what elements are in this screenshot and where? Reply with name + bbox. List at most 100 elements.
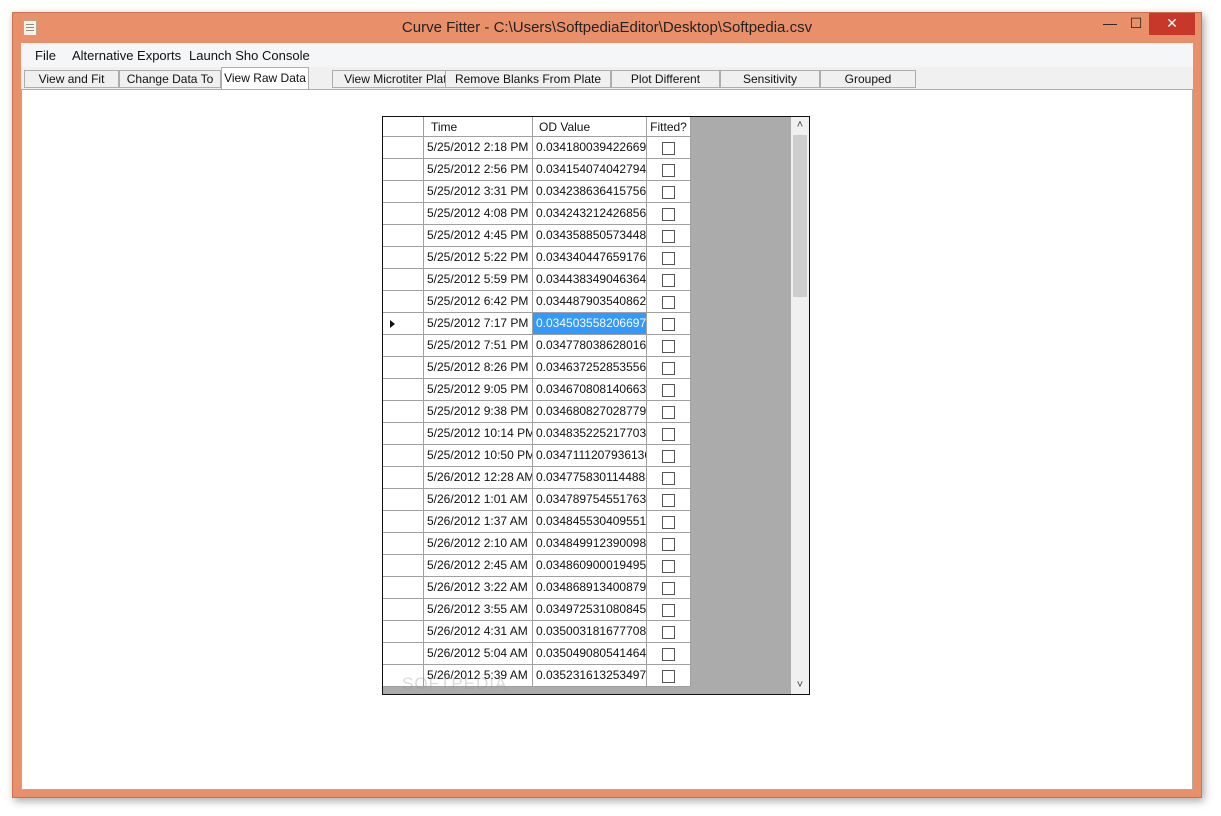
cell-od-value[interactable]: 0.0345035582066975: [533, 313, 647, 335]
cell-time[interactable]: 5/25/2012 9:05 PM: [424, 379, 533, 401]
cell-od-value[interactable]: 0.0348689134008794: [533, 577, 647, 599]
minimize-button[interactable]: —: [1097, 13, 1123, 35]
scroll-down-button[interactable]: ˅: [791, 677, 809, 694]
cell-od-value[interactable]: 0.0346808270287799: [533, 401, 647, 423]
fitted-checkbox[interactable]: [662, 230, 675, 243]
table-row[interactable]: 5/25/2012 9:38 PM 0.0346808270287799: [383, 401, 691, 423]
fitted-checkbox[interactable]: [662, 604, 675, 617]
tab-plot-different-groups[interactable]: Plot Different Groups: [611, 70, 720, 103]
table-row[interactable]: 5/26/2012 1:01 AM 0.0347897545517631: [383, 489, 691, 511]
table-row[interactable]: 5/26/2012 3:55 AM 0.0349725310808452: [383, 599, 691, 621]
row-selector[interactable]: [383, 181, 424, 203]
cell-time[interactable]: 5/25/2012 5:59 PM: [424, 269, 533, 291]
row-selector[interactable]: [383, 423, 424, 445]
fitted-checkbox[interactable]: [662, 164, 675, 177]
row-selector[interactable]: [383, 247, 424, 269]
fitted-checkbox[interactable]: [662, 186, 675, 199]
fitted-checkbox[interactable]: [662, 208, 675, 221]
cell-time[interactable]: 5/25/2012 10:14 PM: [424, 423, 533, 445]
fitted-checkbox[interactable]: [662, 142, 675, 155]
cell-od-value[interactable]: 0.0343404476591768: [533, 247, 647, 269]
table-row[interactable]: 5/26/2012 3:22 AM 0.0348689134008794: [383, 577, 691, 599]
fitted-checkbox[interactable]: [662, 362, 675, 375]
fitted-checkbox[interactable]: [662, 274, 675, 287]
fitted-checkbox[interactable]: [662, 670, 675, 683]
menu-alternative-exports[interactable]: Alternative Exports: [72, 48, 181, 63]
cell-od-value[interactable]: 0.0342432124268562: [533, 203, 647, 225]
table-row[interactable]: 5/25/2012 2:18 PM 0.0341800394226695: [383, 137, 691, 159]
cell-od-value[interactable]: 0.0347111207936136: [533, 445, 647, 467]
cell-od-value[interactable]: 0.034849912390098: [533, 533, 647, 555]
maximize-button[interactable]: ☐: [1123, 13, 1149, 35]
table-row[interactable]: 5/26/2012 5:04 AM 0.0350490805414641: [383, 643, 691, 665]
row-selector[interactable]: [383, 159, 424, 181]
row-selector[interactable]: [383, 291, 424, 313]
fitted-checkbox[interactable]: [662, 560, 675, 573]
cell-time[interactable]: 5/26/2012 5:04 AM: [424, 643, 533, 665]
table-row[interactable]: 5/25/2012 2:56 PM 0.0341540740427945: [383, 159, 691, 181]
row-selector[interactable]: [383, 225, 424, 247]
fitted-checkbox[interactable]: [662, 450, 675, 463]
fitted-checkbox[interactable]: [662, 648, 675, 661]
cell-od-value[interactable]: 0.0344879035408626: [533, 291, 647, 313]
column-header-fitted[interactable]: Fitted?: [647, 117, 691, 137]
cell-time[interactable]: 5/26/2012 1:01 AM: [424, 489, 533, 511]
row-selector[interactable]: [383, 203, 424, 225]
scroll-up-button[interactable]: ˄: [791, 117, 809, 134]
raw-data-grid[interactable]: Time OD Value Fitted? 5/25/2012 2:18 PM 0…: [382, 116, 810, 695]
cell-time[interactable]: 5/26/2012 12:28 AM: [424, 467, 533, 489]
cell-od-value[interactable]: 0.0344383490463643: [533, 269, 647, 291]
column-header-od-value[interactable]: OD Value: [533, 117, 647, 137]
fitted-checkbox[interactable]: [662, 472, 675, 485]
row-selector[interactable]: [383, 269, 424, 291]
cell-od-value[interactable]: 0.0343588505734482: [533, 225, 647, 247]
row-selector[interactable]: [383, 313, 424, 335]
cell-od-value[interactable]: 0.0348609000194958: [533, 555, 647, 577]
table-row[interactable]: 5/25/2012 6:42 PM 0.0344879035408626: [383, 291, 691, 313]
row-selector[interactable]: [383, 467, 424, 489]
table-row[interactable]: 5/26/2012 4:31 AM 0.0350031816777082: [383, 621, 691, 643]
row-selector[interactable]: [383, 643, 424, 665]
fitted-checkbox[interactable]: [662, 296, 675, 309]
fitted-checkbox[interactable]: [662, 626, 675, 639]
table-row[interactable]: 5/25/2012 4:08 PM 0.0342432124268562: [383, 203, 691, 225]
row-selector[interactable]: [383, 511, 424, 533]
tab-sensitivity-analysis[interactable]: Sensitivity Analysis: [720, 70, 820, 103]
row-selector[interactable]: [383, 489, 424, 511]
tab-remove-blanks[interactable]: Remove Blanks From Plate Data: [445, 70, 611, 103]
row-selector[interactable]: [383, 357, 424, 379]
cell-od-value[interactable]: 0.0341800394226695: [533, 137, 647, 159]
cell-od-value[interactable]: 0.0350031816777082: [533, 621, 647, 643]
cell-time[interactable]: 5/26/2012 4:31 AM: [424, 621, 533, 643]
tab-view-raw-data[interactable]: View Raw Data: [221, 67, 309, 89]
fitted-checkbox[interactable]: [662, 252, 675, 265]
row-selector[interactable]: [383, 379, 424, 401]
row-selector[interactable]: [383, 621, 424, 643]
table-row[interactable]: 5/26/2012 2:45 AM 0.0348609000194958: [383, 555, 691, 577]
cell-time[interactable]: 5/25/2012 7:17 PM: [424, 313, 533, 335]
cell-time[interactable]: 5/26/2012 1:37 AM: [424, 511, 533, 533]
cell-od-value[interactable]: 0.0349725310808452: [533, 599, 647, 621]
cell-time[interactable]: 5/25/2012 9:38 PM: [424, 401, 533, 423]
scroll-thumb[interactable]: [793, 135, 807, 297]
cell-time[interactable]: 5/25/2012 6:42 PM: [424, 291, 533, 313]
cell-time[interactable]: 5/26/2012 2:45 AM: [424, 555, 533, 577]
cell-time[interactable]: 5/26/2012 3:55 AM: [424, 599, 533, 621]
row-selector[interactable]: [383, 445, 424, 467]
cell-time[interactable]: 5/25/2012 3:31 PM: [424, 181, 533, 203]
fitted-checkbox[interactable]: [662, 318, 675, 331]
cell-time[interactable]: 5/25/2012 7:51 PM: [424, 335, 533, 357]
table-row[interactable]: 5/25/2012 7:17 PM 0.0345035582066975: [383, 313, 691, 335]
cell-time[interactable]: 5/25/2012 10:50 PM: [424, 445, 533, 467]
fitted-checkbox[interactable]: [662, 538, 675, 551]
table-row[interactable]: 5/25/2012 9:05 PM 0.0346708081406636: [383, 379, 691, 401]
cell-od-value[interactable]: 0.0350490805414641: [533, 643, 647, 665]
table-row[interactable]: 5/26/2012 1:37 AM 0.0348455304095516: [383, 511, 691, 533]
table-row[interactable]: 5/25/2012 3:31 PM 0.034238636415756: [383, 181, 691, 203]
table-row[interactable]: 5/25/2012 4:45 PM 0.0343588505734482: [383, 225, 691, 247]
table-row[interactable]: 5/26/2012 2:10 AM 0.034849912390098: [383, 533, 691, 555]
fitted-checkbox[interactable]: [662, 494, 675, 507]
cell-time[interactable]: 5/25/2012 4:45 PM: [424, 225, 533, 247]
table-row[interactable]: 5/25/2012 8:26 PM 0.0346372528535565: [383, 357, 691, 379]
tab-grouped-modeling[interactable]: Grouped Modeling: [820, 70, 916, 103]
